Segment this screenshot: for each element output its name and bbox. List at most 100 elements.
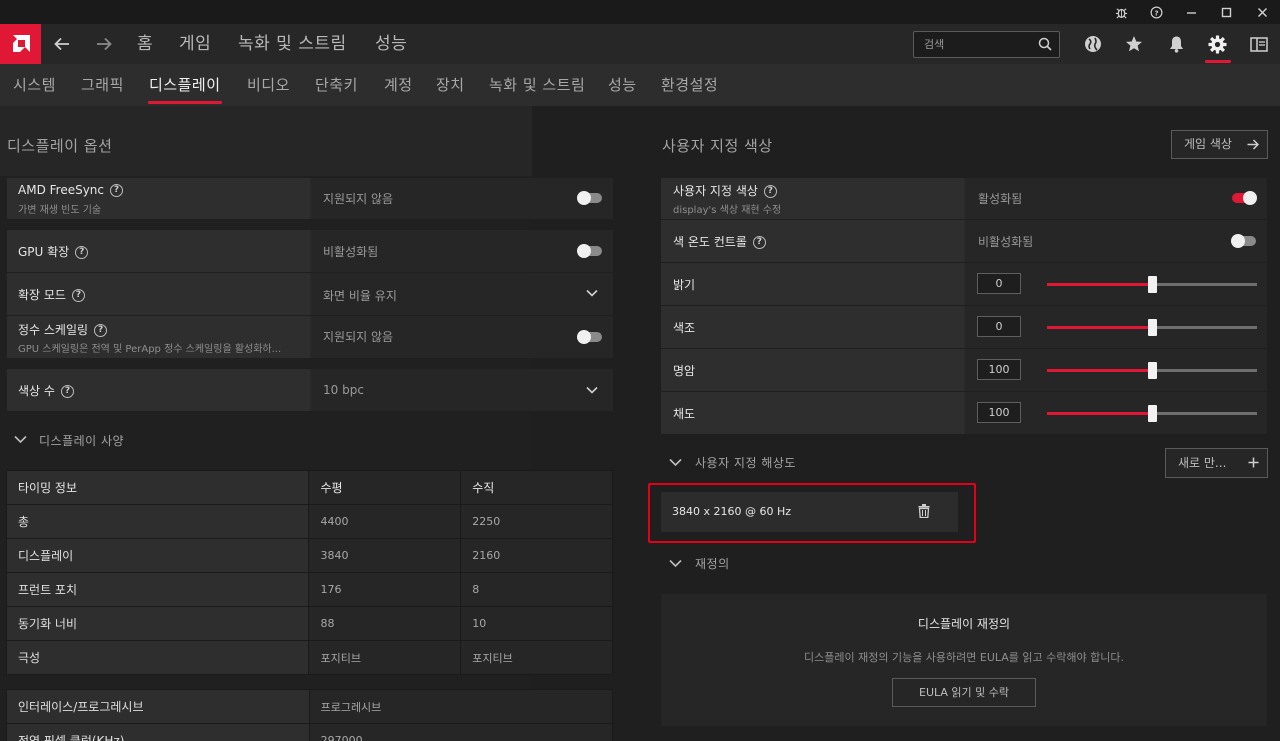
override-panel-description: 디스플레이 재정의 기능을 사용하려면 EULA를 읽고 수락해야 합니다. (804, 651, 1124, 664)
resolution-entry-label: 3840 x 2160 @ 60 Hz (672, 505, 792, 518)
table-row: 동기화 너비 88 10 (5, 606, 613, 641)
nav-home[interactable]: 홈 (137, 24, 153, 64)
tab-system[interactable]: 시스템 (13, 64, 56, 106)
integer-scaling-row: 정수 스케일링? GPU 스케일링은 전역 및 PerApp 정수 스케일링을 … (7, 316, 613, 358)
chevron-down-icon[interactable] (586, 386, 598, 394)
table-row: 디스플레이 3840 2160 (5, 538, 613, 573)
help-icon[interactable]: ? (60, 385, 74, 398)
table-row: 전역 픽셀 클럭(KHz) 297000 (6, 723, 614, 741)
contrast-row: 100 명암 (661, 349, 1267, 391)
new-resolution-button[interactable]: 새로 만... (1165, 448, 1268, 478)
help-icon[interactable]: ? (75, 246, 89, 259)
table-cell: 프런트 포치 (5, 572, 310, 607)
contrast-input[interactable]: 100 (977, 359, 1021, 380)
table-cell: 극성 (5, 640, 310, 675)
color-depth-value: 10 bpc (323, 383, 364, 397)
table-row: 총 4400 2250 (5, 504, 613, 539)
table-row: 프런트 포치 176 8 (5, 572, 613, 607)
tab-account[interactable]: 계정 (384, 64, 413, 106)
gpu-scaling-row: GPU 확장? 비활성화됨 (7, 230, 613, 272)
hue-label: 색조 (673, 321, 696, 335)
search-box[interactable] (913, 31, 1060, 58)
close-icon[interactable] (1245, 0, 1279, 24)
forward-arrow-icon[interactable] (87, 24, 121, 64)
arrow-right-icon (1247, 139, 1259, 150)
back-arrow-icon[interactable] (45, 24, 79, 64)
nav-performance[interactable]: 성능 (375, 24, 407, 64)
gpu-scaling-toggle[interactable] (577, 244, 602, 258)
amd-logo-icon[interactable] (0, 24, 41, 64)
table-cell: 3840 (308, 538, 462, 573)
override-chevron-icon[interactable] (669, 559, 682, 568)
color-temp-toggle[interactable] (1231, 234, 1256, 248)
scaling-mode-row: 확장 모드? 화면 비율 유지 (7, 273, 613, 315)
tab-hotkeys[interactable]: 단축키 (315, 64, 358, 106)
freesync-toggle[interactable] (577, 191, 602, 205)
integer-scaling-sublabel: GPU 스케일링은 전역 및 PerApp 정수 스케일링을 활성화하... (18, 344, 282, 355)
brightness-slider[interactable] (1047, 276, 1257, 293)
display-options-title: 디스플레이 옵션 (7, 137, 113, 155)
game-color-button[interactable]: 게임 색상 (1171, 130, 1268, 159)
gpu-scaling-value: 비활성화됨 (323, 245, 379, 259)
minimize-icon[interactable] (1174, 0, 1208, 24)
tab-record-stream[interactable]: 녹화 및 스트림 (489, 64, 585, 106)
tab-video[interactable]: 비디오 (247, 64, 290, 106)
table-cell: 포지티브 (308, 640, 462, 675)
star-icon[interactable] (1114, 24, 1154, 64)
tab-display[interactable]: 디스플레이 (149, 64, 221, 106)
override-panel: 디스플레이 재정의 디스플레이 재정의 기능을 사용하려면 EULA를 읽고 수… (661, 594, 1267, 726)
saturation-slider[interactable] (1047, 405, 1257, 422)
help-icon[interactable]: ? (1139, 0, 1173, 24)
override-title[interactable]: 재정의 (695, 555, 730, 572)
help-icon[interactable]: ? (94, 324, 108, 337)
gpu-scaling-label: GPU 확장? (18, 243, 89, 260)
help-icon[interactable]: ? (763, 185, 777, 198)
custom-color-toggle[interactable] (1232, 191, 1257, 205)
settings-gear-icon[interactable] (1197, 24, 1237, 64)
tab-graphics[interactable]: 그래픽 (81, 64, 124, 106)
table-cell: 4400 (308, 504, 462, 539)
help-icon[interactable]: ? (752, 236, 766, 249)
slider-thumb[interactable] (1148, 276, 1157, 293)
svg-text:?: ? (1154, 8, 1158, 17)
sidebar-panel-icon[interactable] (1239, 24, 1279, 64)
brightness-row: 0 밝기 (661, 263, 1267, 305)
search-icon[interactable] (1038, 37, 1052, 51)
chevron-down-icon[interactable] (586, 289, 598, 297)
slider-thumb[interactable] (1148, 405, 1157, 422)
brightness-input[interactable]: 0 (977, 273, 1021, 294)
globe-icon[interactable] (1073, 24, 1113, 64)
bug-icon[interactable] (1104, 0, 1138, 24)
custom-resolution-chevron-icon[interactable] (669, 458, 682, 467)
custom-resolution-title[interactable]: 사용자 지정 해상도 (695, 454, 796, 471)
integer-scaling-toggle[interactable] (577, 330, 602, 344)
nav-record-stream[interactable]: 녹화 및 스트림 (238, 24, 347, 64)
tab-preferences[interactable]: 환경설정 (661, 64, 718, 106)
override-panel-title: 디스플레이 재정의 (917, 617, 1011, 631)
hue-slider[interactable] (1047, 319, 1257, 336)
custom-color-sublabel: display's 색상 재현 수정 (673, 205, 782, 216)
contrast-slider[interactable] (1047, 362, 1257, 379)
trash-icon[interactable] (918, 504, 930, 518)
resolution-entry[interactable]: 3840 x 2160 @ 60 Hz (661, 492, 958, 532)
slider-thumb[interactable] (1148, 362, 1157, 379)
table-cell: 동기화 너비 (5, 606, 310, 641)
tab-performance[interactable]: 성능 (608, 64, 637, 106)
table-cell: 8 (460, 572, 613, 607)
table-cell: 인터레이스/프로그레시브 (6, 689, 310, 724)
bell-icon[interactable] (1156, 24, 1196, 64)
saturation-input[interactable]: 100 (977, 402, 1021, 423)
nav-gaming[interactable]: 게임 (179, 24, 211, 64)
hue-input[interactable]: 0 (977, 316, 1021, 337)
display-specs-chevron-icon[interactable] (14, 435, 27, 444)
help-icon[interactable]: ? (71, 289, 85, 302)
maximize-icon[interactable] (1209, 0, 1243, 24)
help-icon[interactable]: ? (110, 184, 124, 197)
slider-thumb[interactable] (1148, 319, 1157, 336)
tab-devices[interactable]: 장치 (436, 64, 465, 106)
display-specs-title[interactable]: 디스플레이 사양 (39, 432, 124, 449)
color-depth-row: 색상 수? 10 bpc (7, 369, 613, 411)
search-input[interactable] (914, 32, 1034, 57)
eula-button[interactable]: EULA 읽기 및 수락 (892, 678, 1036, 707)
table-cell: 디스플레이 (5, 538, 310, 573)
